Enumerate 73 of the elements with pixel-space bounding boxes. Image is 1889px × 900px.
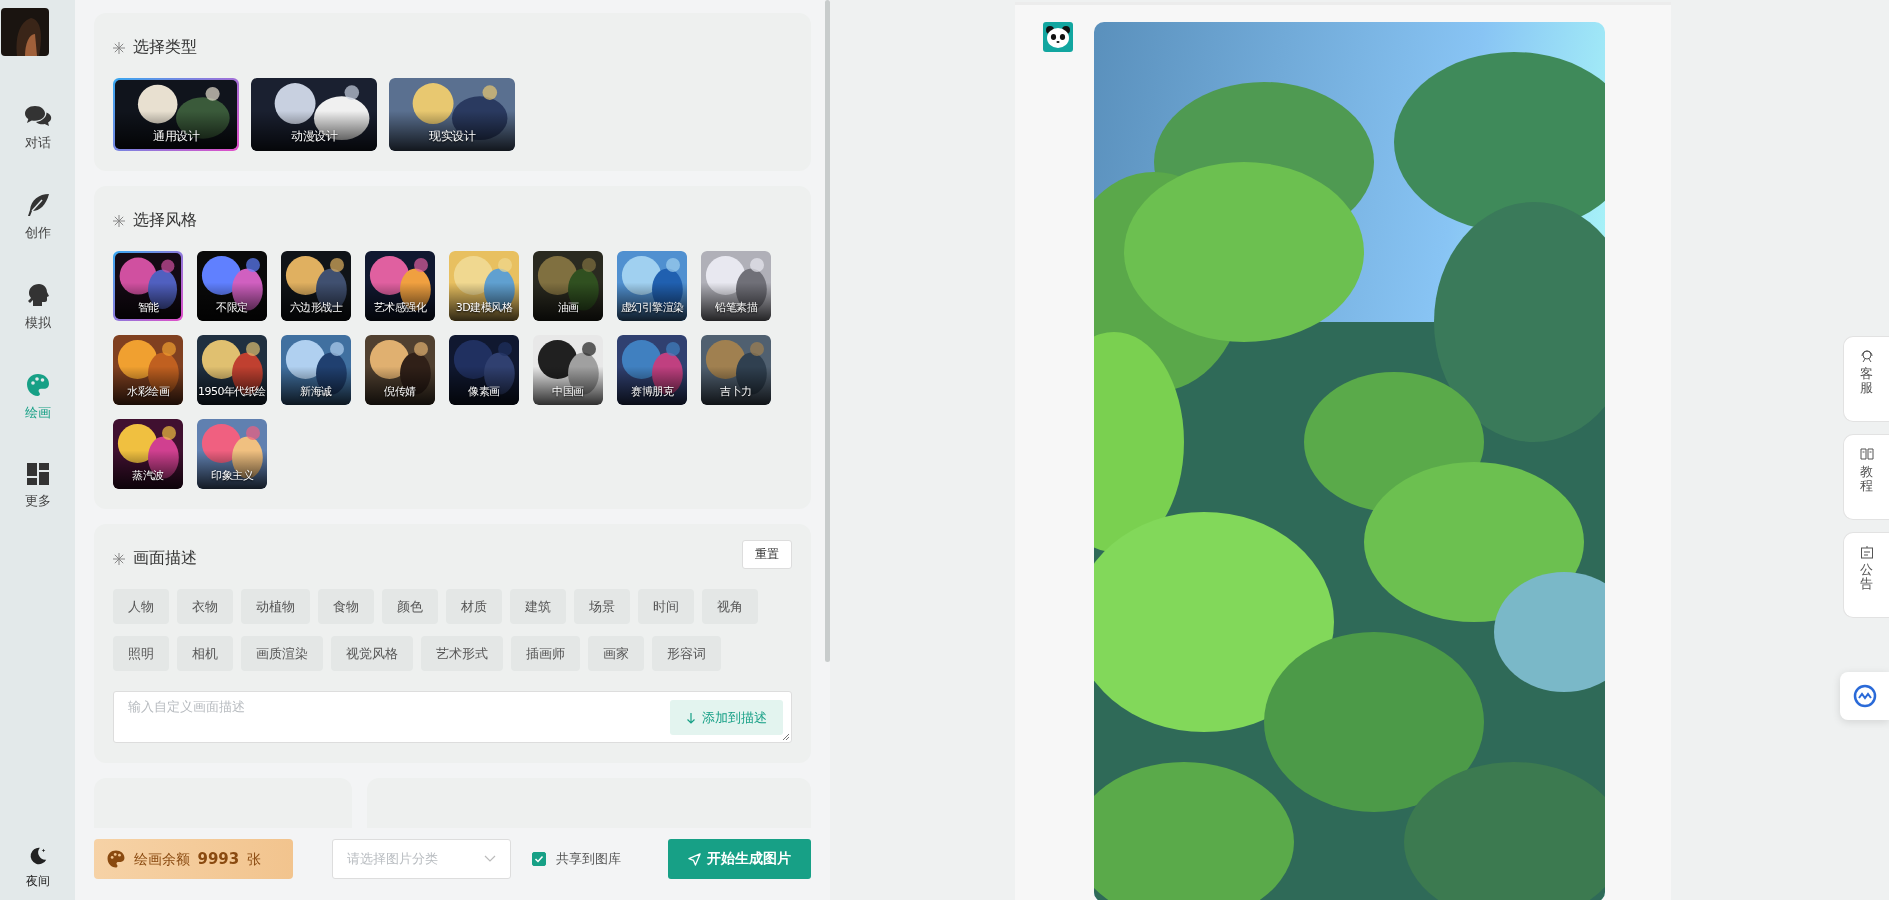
grid-icon (25, 462, 50, 486)
style-option[interactable]: 蒸汽波 (113, 419, 183, 489)
tag-chip[interactable]: 材质 (446, 589, 502, 624)
user-avatar[interactable] (1, 8, 49, 56)
tag-chip[interactable]: 画家 (588, 636, 644, 671)
side-tab[interactable]: 教程 (1843, 434, 1889, 520)
scrollbar[interactable] (825, 0, 830, 662)
style-option[interactable]: 六边形战士 (281, 251, 351, 321)
palette-icon (24, 372, 51, 398)
type-option[interactable]: 现实设计 (389, 78, 515, 151)
tag-chip[interactable]: 相机 (177, 636, 233, 671)
tag-chip[interactable]: 画质渲染 (241, 636, 323, 671)
style-option[interactable]: 铅笔素描 (701, 251, 771, 321)
notice-board-icon (1859, 545, 1874, 559)
panda-avatar (1042, 22, 1073, 52)
nav-item[interactable]: 创作 (24, 192, 51, 242)
style-option[interactable]: 虚幻引擎渲染 (617, 251, 687, 321)
logo-icon (1852, 684, 1877, 708)
down-arrow-icon (686, 711, 696, 724)
style-option[interactable]: 水彩绘画 (113, 335, 183, 405)
reset-button[interactable]: 重置 (742, 540, 792, 569)
tag-chip[interactable]: 视觉风格 (331, 636, 413, 671)
tag-chip[interactable]: 食物 (318, 589, 374, 624)
assistant-button[interactable] (1840, 672, 1889, 720)
night-mode-toggle[interactable]: 夜间 (25, 845, 50, 890)
palette-icon (106, 849, 126, 869)
style-option[interactable]: 不限定 (197, 251, 267, 321)
side-tab[interactable]: 公告 (1843, 532, 1889, 618)
resize-handle-icon[interactable] (782, 733, 790, 741)
tag-chip[interactable]: 颜色 (382, 589, 438, 624)
tag-chip[interactable]: 照明 (113, 636, 169, 671)
style-option[interactable]: 像素画 (449, 335, 519, 405)
tag-chip[interactable]: 场景 (574, 589, 630, 624)
section-title: 选择类型 (133, 37, 197, 58)
chat-bubbles-icon (23, 104, 52, 128)
nav-item[interactable]: 模拟 (24, 282, 51, 332)
share-checkbox[interactable] (532, 852, 546, 866)
checkmark-icon (534, 854, 544, 864)
headset-icon (1859, 349, 1874, 363)
send-icon (688, 852, 701, 866)
asterisk-icon (113, 41, 125, 54)
style-option[interactable]: 智能 (113, 251, 183, 321)
style-option[interactable]: 印象主义 (197, 419, 267, 489)
tag-chip[interactable]: 衣物 (177, 589, 233, 624)
section-title: 画面描述 (133, 548, 197, 569)
nav-item[interactable]: 更多 (24, 462, 51, 510)
style-option[interactable]: 艺术感强化 (365, 251, 435, 321)
tag-chip[interactable]: 形容词 (652, 636, 721, 671)
tag-chip[interactable]: 艺术形式 (421, 636, 503, 671)
tag-chip[interactable]: 人物 (113, 589, 169, 624)
tag-chip[interactable]: 插画师 (511, 636, 580, 671)
style-option[interactable]: 3D建模风格 (449, 251, 519, 321)
asterisk-icon (113, 214, 125, 227)
style-option[interactable]: 赛博朋克 (617, 335, 687, 405)
style-option[interactable]: 中国画 (533, 335, 603, 405)
chevron-down-icon (484, 855, 496, 863)
section-title: 选择风格 (133, 210, 197, 231)
tag-chip[interactable]: 建筑 (510, 589, 566, 624)
style-option[interactable]: 倪传婧 (365, 335, 435, 405)
type-option[interactable]: 通用设计 (113, 78, 239, 151)
style-option[interactable]: 1950年代纸绘 (197, 335, 267, 405)
book-icon (1859, 447, 1874, 461)
style-option[interactable]: 吉卜力 (701, 335, 771, 405)
tag-chip[interactable]: 动植物 (241, 589, 310, 624)
share-label: 共享到图库 (556, 850, 621, 868)
style-option[interactable]: 油画 (533, 251, 603, 321)
balance-text: 绘画余额 9993 张 (134, 849, 261, 869)
nav-item[interactable]: 对话 (23, 104, 52, 152)
tag-chip[interactable]: 视角 (702, 589, 758, 624)
style-option[interactable]: 新海诚 (281, 335, 351, 405)
tag-chip[interactable]: 时间 (638, 589, 694, 624)
side-tab[interactable]: 客服 (1843, 336, 1889, 422)
asterisk-icon (113, 552, 125, 565)
